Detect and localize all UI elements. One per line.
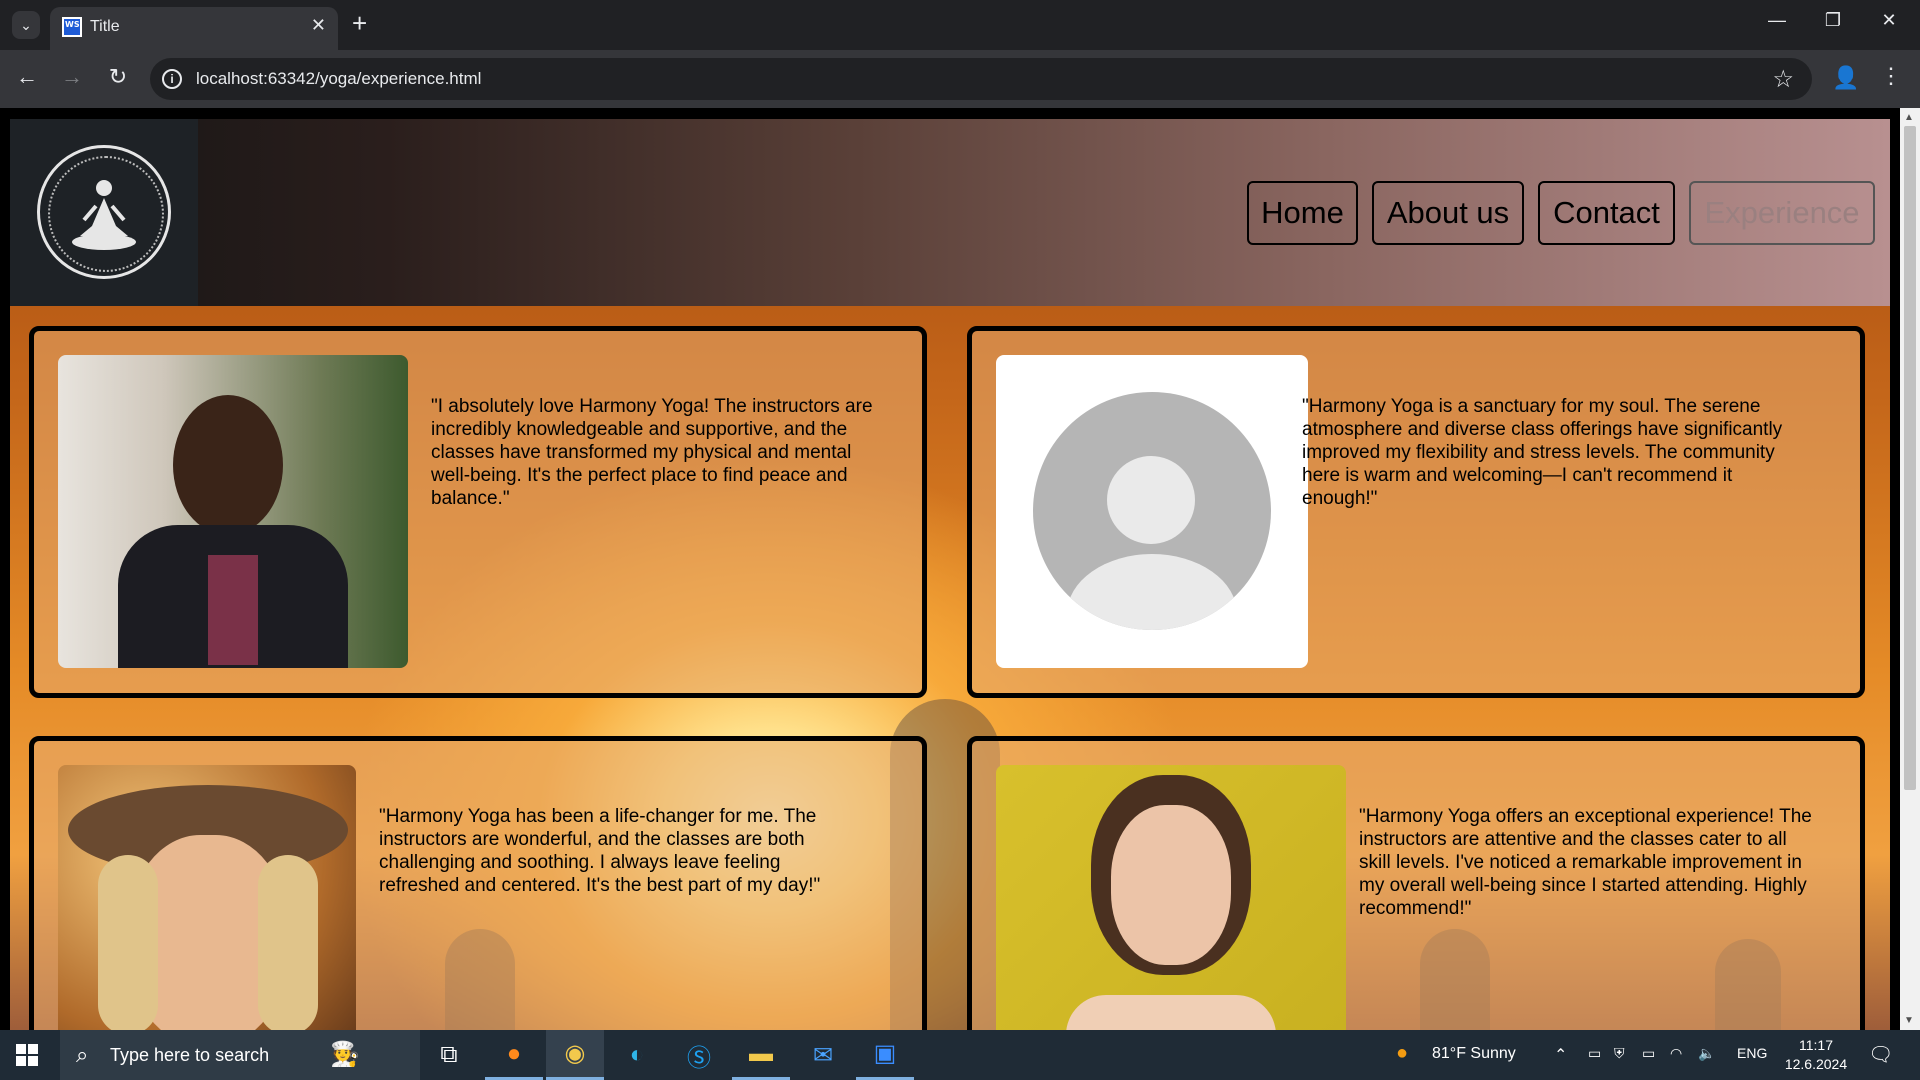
volume-icon[interactable]: 🔈: [1698, 1045, 1715, 1062]
testimonial-quote: "Harmony Yoga is a sanctuary for my soul…: [1302, 396, 1783, 509]
testimonial-quote: "Harmony Yoga offers an exceptional expe…: [1359, 806, 1812, 919]
browser-menu-icon[interactable]: ⋮: [1880, 63, 1902, 89]
page-scrollbar[interactable]: ▲ ▼: [1900, 108, 1920, 1030]
date-text: 12.6.2024: [1784, 1056, 1848, 1072]
scroll-thumb[interactable]: [1904, 126, 1916, 790]
man-portrait-photo: [58, 355, 408, 668]
taskbar-search-box[interactable]: ⌕ Type here to search 🧑‍🍳: [60, 1030, 420, 1080]
forward-button[interactable]: →: [57, 64, 87, 90]
nav-about-us[interactable]: About us: [1372, 181, 1524, 245]
testimonial-card: "I absolutely love Harmony Yoga! The ins…: [29, 326, 927, 698]
page-viewport: Home About us Contact Experience "I abso…: [0, 108, 1900, 1030]
search-placeholder[interactable]: Type here to search: [110, 1045, 269, 1066]
search-icon: ⌕: [76, 1042, 89, 1067]
close-tab-icon[interactable]: ✕: [311, 15, 326, 36]
nav-contact[interactable]: Contact: [1538, 181, 1675, 245]
address-bar[interactable]: i localhost:63342/yoga/experience.html ☆: [150, 58, 1812, 100]
battery-icon[interactable]: ▭: [1642, 1045, 1655, 1062]
webstorm-favicon-icon: WS: [62, 17, 82, 37]
testimonial-card: "Harmony Yoga has been a life-changer fo…: [29, 736, 927, 1030]
mail-icon[interactable]: ✉: [794, 1030, 852, 1080]
search-highlight-icon: 🧑‍🍳: [330, 1041, 360, 1068]
site-header: Home About us Contact Experience: [10, 119, 1890, 306]
notifications-icon[interactable]: 🗨: [1868, 1042, 1893, 1067]
woman-hat-portrait-photo: [58, 765, 356, 1030]
testimonial-quote: "I absolutely love Harmony Yoga! The ins…: [431, 396, 873, 509]
nav-experience[interactable]: Experience: [1689, 181, 1875, 245]
nav-home[interactable]: Home: [1247, 181, 1358, 245]
weather-text[interactable]: 81°F Sunny: [1432, 1045, 1516, 1063]
tab-search-button[interactable]: ⌄: [12, 11, 40, 39]
profile-icon[interactable]: 👤: [1832, 65, 1860, 93]
scroll-up-arrow-icon[interactable]: ▲: [1904, 112, 1914, 123]
site-logo[interactable]: [10, 119, 198, 306]
clock[interactable]: 11:17 12.6.2024: [1784, 1036, 1848, 1074]
restore-button[interactable]: ❐: [1810, 10, 1856, 31]
device-icon[interactable]: ▭: [1588, 1045, 1601, 1062]
chrome-icon[interactable]: ◉: [546, 1030, 604, 1080]
time-text: 11:17: [1799, 1037, 1833, 1053]
testimonial-card: "Harmony Yoga offers an exceptional expe…: [967, 736, 1865, 1030]
file-explorer-icon[interactable]: ▬: [732, 1030, 790, 1080]
minimize-button[interactable]: —: [1754, 10, 1800, 31]
webstorm-icon[interactable]: ▣: [856, 1030, 914, 1080]
avatar-placeholder-icon: [1033, 392, 1271, 630]
show-hidden-icons-icon[interactable]: ⌃: [1554, 1045, 1567, 1065]
new-tab-button[interactable]: +: [352, 9, 367, 37]
address-toolbar: ← → ↻ i localhost:63342/yoga/experience.…: [0, 50, 1920, 108]
site-info-icon[interactable]: i: [162, 69, 182, 89]
wifi-icon[interactable]: ◠: [1670, 1045, 1682, 1062]
browser-tab-bar: ⌄ WS Title ✕ + — ❐ ✕: [0, 0, 1920, 50]
edge-icon[interactable]: ◐: [608, 1030, 666, 1080]
testimonial-card: "Harmony Yoga is a sanctuary for my soul…: [967, 326, 1865, 698]
weather-icon: ●: [1396, 1042, 1409, 1064]
task-view-icon[interactable]: ⧉: [420, 1030, 478, 1080]
close-window-button[interactable]: ✕: [1866, 10, 1912, 31]
firefox-icon[interactable]: ●: [485, 1030, 543, 1080]
skype-icon[interactable]: Ⓢ: [670, 1030, 728, 1080]
yoga-page: Home About us Contact Experience "I abso…: [10, 119, 1890, 1030]
reload-button[interactable]: ↻: [103, 64, 133, 90]
bookmark-star-icon[interactable]: ☆: [1772, 65, 1794, 94]
language-indicator[interactable]: ENG: [1737, 1045, 1767, 1061]
security-icon[interactable]: ⛨: [1614, 1045, 1625, 1062]
url-text[interactable]: localhost:63342/yoga/experience.html: [196, 69, 481, 89]
back-button[interactable]: ←: [12, 64, 42, 90]
testimonial-quote: "Harmony Yoga has been a life-changer fo…: [379, 806, 821, 896]
default-avatar-photo: [996, 355, 1308, 668]
windows-start-icon[interactable]: [16, 1044, 38, 1066]
mandala-logo-icon: [37, 145, 171, 279]
woman-portrait-photo: [996, 765, 1346, 1030]
browser-tab[interactable]: WS Title ✕: [50, 7, 338, 50]
tab-title: Title: [90, 18, 120, 35]
scroll-down-arrow-icon[interactable]: ▼: [1904, 1015, 1914, 1026]
windows-taskbar: ⌕ Type here to search 🧑‍🍳 ⧉ ● ◉ ◐ Ⓢ ▬ ✉ …: [0, 1030, 1920, 1080]
